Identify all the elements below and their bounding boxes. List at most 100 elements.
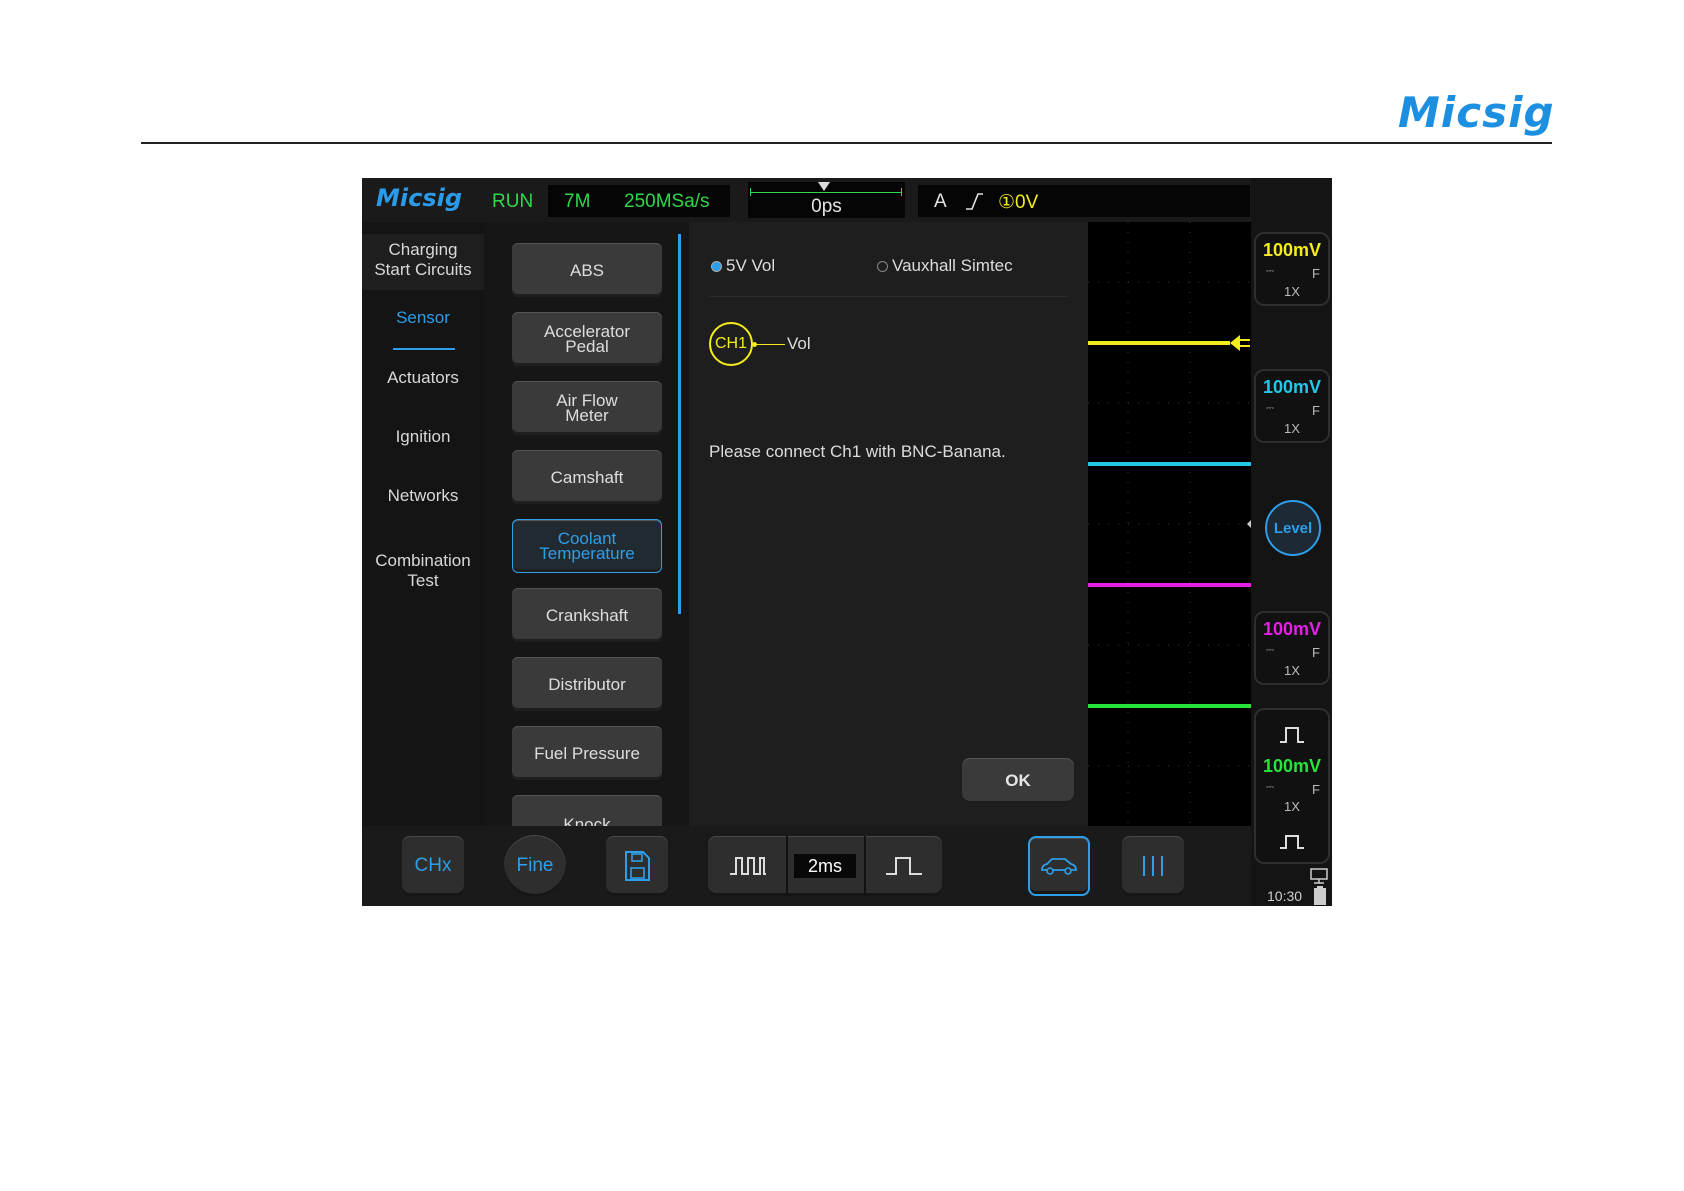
category-menu: Charging Start Circuits Sensor Actuators… <box>362 222 484 826</box>
sensor-label: Distributor <box>548 674 626 694</box>
sensor-list-scrollbar[interactable] <box>678 234 681 614</box>
sensor-label: Coolant Temperature <box>539 529 635 563</box>
trigger-level-knob[interactable]: Level <box>1265 500 1321 556</box>
sensor-label: Air Flow Meter <box>556 391 618 425</box>
device-logo: Micsig <box>376 184 463 212</box>
channel-connection-line <box>752 342 785 347</box>
dc-coupling-icon: ⎓ <box>1266 782 1274 793</box>
sensor-label: ABS <box>569 260 605 280</box>
automotive-mode-button[interactable] <box>1028 836 1090 896</box>
ch3-scale-box[interactable]: 100mV ⎓ F 1X <box>1256 613 1328 683</box>
option-label: Vauxhall Simtec <box>892 256 1013 275</box>
dc-coupling-icon: ⎓ <box>1266 403 1274 414</box>
divider <box>864 836 866 896</box>
car-icon <box>1041 858 1077 875</box>
ch4-scale-group[interactable]: 100mV ⎓ F 1X <box>1256 710 1328 862</box>
sensor-list[interactable]: ABS Accelerator Pedal Air Flow Meter Cam… <box>484 222 688 826</box>
category-ignition[interactable]: Ignition <box>362 427 484 447</box>
battery-icon <box>1314 886 1326 905</box>
trigger-info[interactable]: A ①0V <box>918 185 1250 217</box>
dc-coupling-icon: ⎓ <box>1266 645 1274 656</box>
ch4-coupling: F <box>1312 782 1320 797</box>
ch1-trace <box>1088 341 1230 345</box>
pulse-up-icon[interactable] <box>1278 724 1306 746</box>
sensor-camshaft-button[interactable]: Camshaft <box>512 450 662 504</box>
category-label: Networks <box>387 486 459 505</box>
trigger-level: ①0V <box>998 192 1039 213</box>
sensor-abs-button[interactable]: ABS <box>512 243 662 297</box>
sensor-coolant-temperature-button[interactable]: Coolant Temperature <box>512 519 662 573</box>
sensor-knock-button[interactable]: Knock <box>512 795 662 826</box>
ch2-scale-box[interactable]: 100mV ⎓ F 1X <box>1256 371 1328 441</box>
connection-instruction: Please connect Ch1 with BNC-Banana. <box>709 442 1006 461</box>
acquisition-info[interactable]: 7M 250MSa/s <box>548 185 730 217</box>
sensor-label: Fuel Pressure <box>534 743 640 763</box>
sensor-distributor-button[interactable]: Distributor <box>512 657 662 711</box>
pulse-down-icon[interactable] <box>1278 830 1306 852</box>
ch4-trace <box>1088 704 1251 708</box>
category-networks[interactable]: Networks <box>362 486 484 506</box>
sensor-crankshaft-button[interactable]: Crankshaft <box>512 588 662 642</box>
ch1-marker-icon <box>1230 335 1240 351</box>
category-label: Actuators <box>387 368 459 387</box>
sensor-air-flow-meter-button[interactable]: Air Flow Meter <box>512 381 662 435</box>
sensor-label: Camshaft <box>550 467 624 487</box>
detail-divider <box>709 296 1069 297</box>
channel-column: 100mV ⎓ F 1X 100mV ⎓ F 1X Level 100mV ⎓ … <box>1251 178 1332 906</box>
timebase-decrease-icon[interactable] <box>728 854 768 878</box>
monitor-icon <box>1310 868 1328 884</box>
timebase-value[interactable]: 2ms <box>794 854 856 878</box>
clock: 10:30 <box>1267 888 1303 904</box>
category-label: Ignition <box>395 427 451 446</box>
category-actuators[interactable]: Actuators <box>362 368 484 388</box>
ch3-coupling: F <box>1312 645 1320 660</box>
cursor-menu-button[interactable] <box>1122 836 1184 896</box>
ch1-scale-box[interactable]: 100mV ⎓ F 1X <box>1256 234 1328 304</box>
category-label: Combination Test <box>375 551 471 590</box>
sensor-detail-panel: 5V Vol Vauxhall Simtec CH1 Vol Please co… <box>689 222 1088 826</box>
ch3-probe: 1X <box>1284 663 1300 678</box>
sample-rate: 250MSa/s <box>624 191 710 212</box>
sensor-accelerator-pedal-button[interactable]: Accelerator Pedal <box>512 312 662 366</box>
trigger-position-marker-icon <box>818 182 830 191</box>
memory-bar <box>750 188 902 196</box>
ch1-coupling: F <box>1312 266 1320 281</box>
ch2-scale: 100mV <box>1262 377 1322 397</box>
ch4-probe: 1X <box>1284 799 1300 814</box>
graticule <box>1088 222 1251 826</box>
ch1-probe: 1X <box>1284 284 1300 299</box>
category-charging-start[interactable]: Charging Start Circuits <box>362 234 484 290</box>
radio-unselected-icon <box>877 260 888 272</box>
chx-button[interactable]: CHx <box>402 836 464 896</box>
header-divider <box>141 142 1552 144</box>
ch3-trace <box>1088 583 1251 587</box>
radio-selected-icon <box>711 260 722 272</box>
ch3-scale: 100mV <box>1262 619 1322 639</box>
memory-depth: 7M <box>564 191 591 212</box>
sensor-fuel-pressure-button[interactable]: Fuel Pressure <box>512 726 662 780</box>
category-label: Sensor <box>396 308 450 327</box>
ch2-trace <box>1088 462 1251 466</box>
option-vauxhall-simtec-radio[interactable]: Vauxhall Simtec <box>877 256 1013 276</box>
category-combination-test[interactable]: Combination Test <box>362 531 484 591</box>
waveform-display[interactable] <box>1088 222 1251 826</box>
sensor-label: Accelerator Pedal <box>544 322 630 356</box>
horizontal-position[interactable]: 0ps <box>748 182 905 218</box>
fine-button[interactable]: Fine <box>504 835 566 897</box>
status-bar: Micsig RUN 7M 250MSa/s 0ps A ①0V <box>362 178 1332 222</box>
option-5v-vol-radio[interactable]: 5V Vol <box>711 256 775 276</box>
ok-button[interactable]: OK <box>962 758 1074 804</box>
save-icon <box>625 851 650 881</box>
category-sensor[interactable]: Sensor <box>362 308 484 350</box>
cursor-lines-icon <box>1143 856 1163 876</box>
rising-edge-icon <box>966 193 983 210</box>
oscilloscope-screen: Micsig RUN 7M 250MSa/s 0ps A ①0V Chargin… <box>362 178 1332 906</box>
timebase-increase-icon[interactable] <box>884 854 924 878</box>
save-button[interactable] <box>606 836 668 896</box>
ch1-scale: 100mV <box>1262 240 1322 260</box>
micsig-brand-logo: Micsig <box>1398 88 1555 137</box>
divider <box>786 836 788 896</box>
run-state[interactable]: RUN <box>492 191 533 213</box>
sensor-label: Crankshaft <box>545 605 629 625</box>
sensor-label: Knock <box>563 815 611 826</box>
